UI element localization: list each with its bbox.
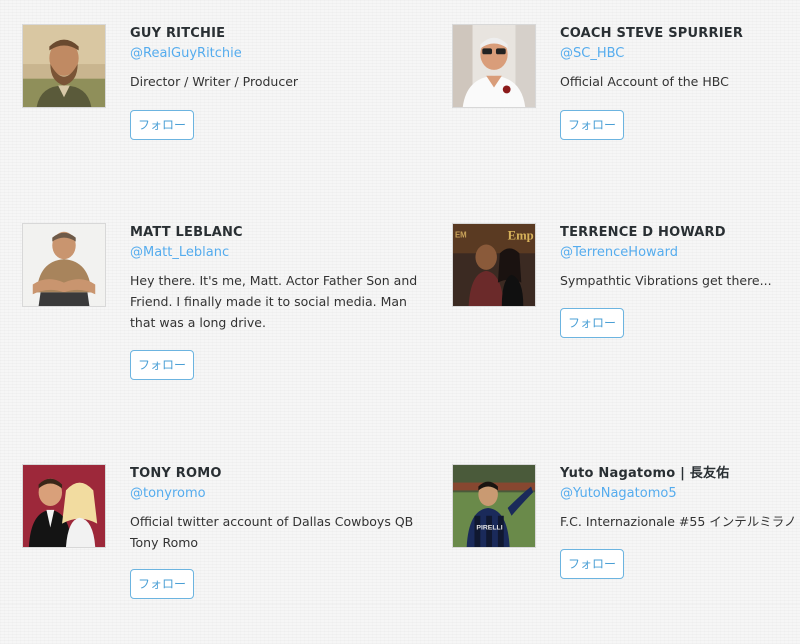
- user-bio: Director / Writer / Producer: [130, 74, 299, 89]
- suggested-users-grid: GUY RITCHIE @RealGuyRitchie Director / W…: [0, 0, 800, 604]
- user-info: MATT LEBLANC @Matt_Leblanc Hey there. It…: [130, 223, 430, 380]
- follow-button[interactable]: フォロー: [130, 110, 194, 140]
- avatar[interactable]: [452, 24, 536, 108]
- user-bio: Hey there. It's me, Matt. Actor Father S…: [130, 273, 418, 330]
- user-info: GUY RITCHIE @RealGuyRitchie Director / W…: [130, 24, 430, 140]
- user-name[interactable]: MATT LEBLANC: [130, 224, 430, 242]
- follow-button[interactable]: フォロー: [560, 110, 624, 140]
- user-card: Emp EM TERRENCE D HOWARD @TerrenceHoward…: [452, 223, 782, 403]
- user-card: PIRELLI Yuto Nagatomo | 長友佑 @YutoNagatom…: [452, 464, 797, 644]
- guy-ritchie-avatar-icon: [23, 25, 105, 107]
- avatar[interactable]: Emp EM: [452, 223, 536, 307]
- user-info: TERRENCE D HOWARD @TerrenceHoward Sympat…: [560, 223, 800, 338]
- user-bio: Official twitter account of Dallas Cowbo…: [130, 514, 414, 550]
- avatar[interactable]: [22, 223, 106, 307]
- user-bio: F.C. Internazionale #55 インテルミラノ: [560, 514, 797, 529]
- user-card: TONY ROMO @tonyromo Official twitter acc…: [22, 464, 413, 644]
- terrence-howard-avatar-icon: Emp EM: [453, 224, 535, 306]
- user-name[interactable]: GUY RITCHIE: [130, 25, 430, 43]
- user-info: COACH STEVE SPURRIER @SC_HBC Official Ac…: [560, 24, 800, 140]
- svg-text:EM: EM: [455, 231, 467, 240]
- yuto-nagatomo-avatar-icon: PIRELLI: [453, 465, 535, 547]
- user-info: TONY ROMO @tonyromo Official twitter acc…: [130, 464, 430, 599]
- user-handle[interactable]: @YutoNagatomo5: [560, 485, 800, 503]
- user-card: MATT LEBLANC @Matt_Leblanc Hey there. It…: [22, 223, 417, 403]
- svg-text:PIRELLI: PIRELLI: [476, 524, 502, 531]
- user-name[interactable]: Yuto Nagatomo | 長友佑: [560, 465, 800, 483]
- tony-romo-avatar-icon: [23, 465, 105, 547]
- avatar[interactable]: [22, 464, 106, 548]
- follow-button[interactable]: フォロー: [560, 308, 624, 338]
- user-handle[interactable]: @SC_HBC: [560, 45, 800, 63]
- user-handle[interactable]: @tonyromo: [130, 485, 430, 503]
- matt-leblanc-avatar-icon: [23, 224, 105, 306]
- user-bio: Official Account of the HBC: [560, 74, 729, 89]
- user-handle[interactable]: @RealGuyRitchie: [130, 45, 430, 63]
- user-name[interactable]: TONY ROMO: [130, 465, 430, 483]
- user-name[interactable]: COACH STEVE SPURRIER: [560, 25, 800, 43]
- follow-button[interactable]: フォロー: [560, 549, 624, 579]
- follow-button[interactable]: フォロー: [130, 569, 194, 599]
- user-card: GUY RITCHIE @RealGuyRitchie Director / W…: [22, 24, 352, 204]
- follow-button[interactable]: フォロー: [130, 350, 194, 380]
- user-name[interactable]: TERRENCE D HOWARD: [560, 224, 800, 242]
- user-handle[interactable]: @TerrenceHoward: [560, 244, 800, 262]
- user-bio: Sympathtic Vibrations get there...: [560, 273, 772, 288]
- user-handle[interactable]: @Matt_Leblanc: [130, 244, 430, 262]
- avatar[interactable]: PIRELLI: [452, 464, 536, 548]
- steve-spurrier-avatar-icon: [453, 25, 535, 107]
- user-card: COACH STEVE SPURRIER @SC_HBC Official Ac…: [452, 24, 782, 204]
- svg-text:Emp: Emp: [508, 229, 534, 243]
- avatar[interactable]: [22, 24, 106, 108]
- user-info: Yuto Nagatomo | 長友佑 @YutoNagatomo5 F.C. …: [560, 464, 800, 579]
